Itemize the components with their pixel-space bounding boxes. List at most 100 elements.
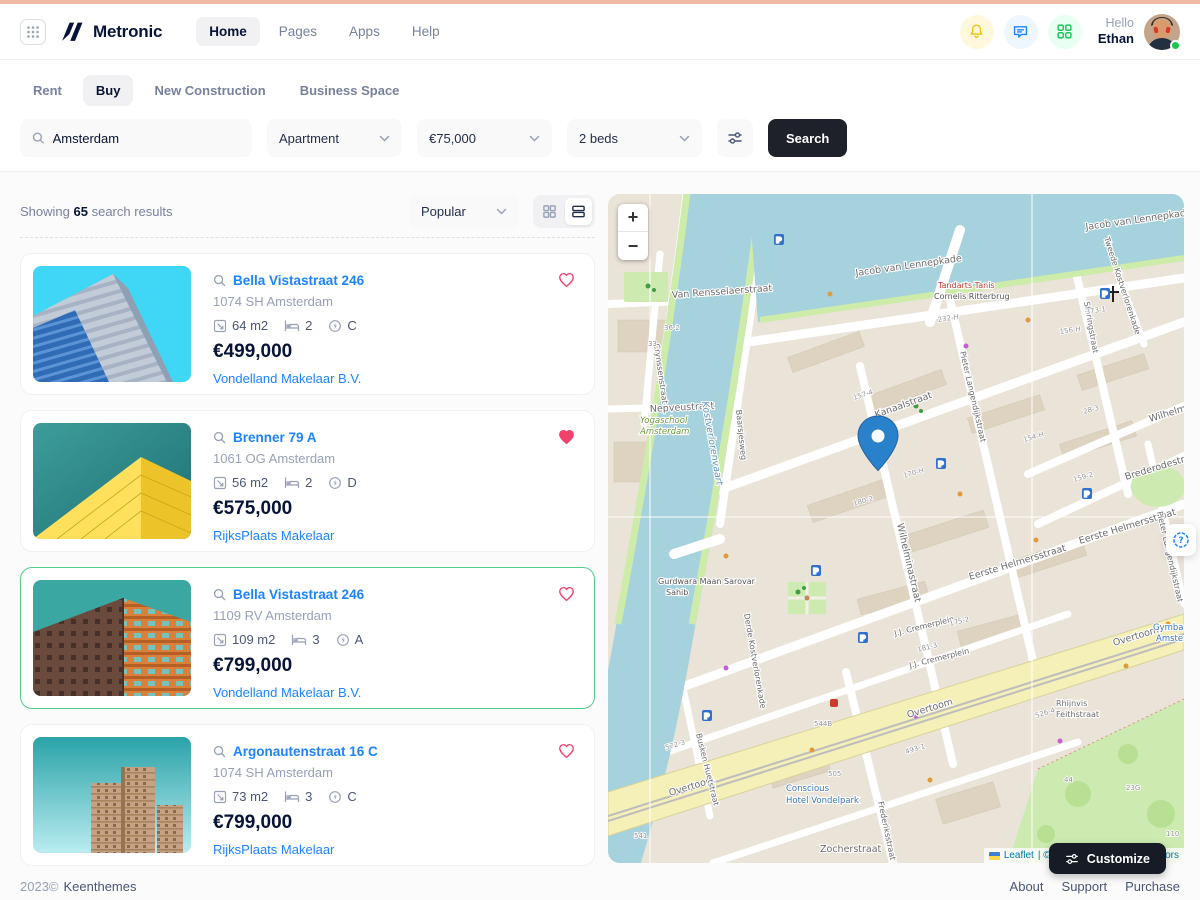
svg-text:P: P	[1102, 291, 1107, 299]
favorite-button[interactable]	[557, 741, 576, 764]
zoom-in-button[interactable]: +	[618, 204, 648, 232]
divider	[20, 237, 595, 238]
svg-text:P: P	[776, 237, 781, 245]
listing-agency[interactable]: RijksPlaats Makelaar	[213, 842, 378, 857]
price-select[interactable]: €75,000	[417, 119, 552, 157]
listing-card[interactable]: Bella Vistastraat 246 1109 RV Amsterdam …	[20, 567, 595, 709]
beds-select[interactable]: 2 beds	[567, 119, 702, 157]
svg-text:P: P	[938, 461, 943, 469]
nav-item-pages[interactable]: Pages	[266, 17, 330, 46]
list-view-button[interactable]	[565, 198, 592, 225]
dots-grid-icon	[26, 25, 40, 39]
listing-card[interactable]: Argonautenstraat 16 C 1074 SH Amsterdam …	[20, 724, 595, 866]
map-canvas[interactable]: P P P P P P P Van RensselaerstraatKanaal…	[608, 194, 1184, 863]
copyright-text: 2023©	[20, 879, 59, 894]
tab-buy[interactable]: Buy	[83, 75, 134, 106]
favorite-button[interactable]	[557, 584, 576, 607]
company-link[interactable]: Keenthemes	[64, 879, 137, 894]
list-view-icon	[571, 204, 586, 219]
bed-icon	[291, 633, 307, 646]
search-button[interactable]: Search	[768, 119, 847, 157]
chevron-down-icon	[679, 135, 690, 142]
svg-text:Rhijnvis: Rhijnvis	[1056, 699, 1087, 708]
listing-title[interactable]: Bella Vistastraat 246	[233, 587, 364, 602]
nav-item-help[interactable]: Help	[399, 17, 453, 46]
svg-text:23G: 23G	[1126, 784, 1140, 792]
help-button[interactable]: ?	[1166, 524, 1196, 556]
metronic-logo-icon	[60, 19, 85, 44]
sort-value: Popular	[421, 204, 466, 219]
zoom-out-button[interactable]: −	[618, 232, 648, 260]
grid-view-icon	[542, 204, 557, 219]
magnifier-icon	[213, 588, 226, 601]
nav-item-apps[interactable]: Apps	[336, 17, 393, 46]
listing-agency[interactable]: Vondelland Makelaar B.V.	[213, 685, 364, 700]
chat-button[interactable]	[1004, 15, 1038, 49]
leaflet-link[interactable]: Leaflet	[1004, 850, 1034, 861]
favorite-button[interactable]	[557, 427, 576, 450]
svg-text:Hotel Vondelpark: Hotel Vondelpark	[786, 796, 859, 806]
tab-rent[interactable]: Rent	[20, 75, 75, 106]
tab-business-space[interactable]: Business Space	[287, 75, 413, 106]
map-zoom-control: + −	[618, 204, 648, 260]
listing-card[interactable]: Brenner 79 A 1061 OG Amsterdam 56 m2 2 D…	[20, 410, 595, 552]
listing-title[interactable]: Argonautenstraat 16 C	[233, 744, 378, 759]
svg-text:Gymbase: Gymbase	[1153, 623, 1184, 633]
nav-item-home[interactable]: Home	[196, 17, 260, 46]
results-panel: Showing 65 search results Popular	[20, 194, 595, 866]
listing-price: €799,000	[213, 655, 364, 677]
property-type-select[interactable]: Apartment	[267, 119, 402, 157]
apps-quicklinks-button[interactable]	[1048, 15, 1082, 49]
svg-text:541: 541	[634, 832, 647, 840]
listing-agency[interactable]: RijksPlaats Makelaar	[213, 528, 357, 543]
chevron-down-icon	[379, 135, 390, 142]
heart-icon	[557, 584, 576, 602]
favorite-button[interactable]	[557, 270, 576, 293]
listing-title[interactable]: Bella Vistastraat 246	[233, 273, 364, 288]
greeting-username: Ethan	[1098, 31, 1134, 47]
apps-launcher-button[interactable]	[20, 19, 46, 45]
svg-text:Gurdwara Maan Sarovar: Gurdwara Maan Sarovar	[658, 577, 756, 586]
energy-spec: C	[328, 318, 356, 333]
svg-text:Yogaschool: Yogaschool	[640, 416, 688, 426]
energy-label-icon	[328, 476, 342, 490]
sliders-icon	[727, 130, 743, 146]
magnifier-icon	[213, 431, 226, 444]
footer-link-purchase[interactable]: Purchase	[1125, 879, 1180, 894]
view-toggle	[533, 195, 595, 228]
listing-address: 1061 OG Amsterdam	[213, 451, 357, 466]
avatar[interactable]	[1144, 14, 1180, 50]
area-spec: 56 m2	[213, 475, 268, 490]
listing-price: €575,000	[213, 498, 357, 520]
footer-link-support[interactable]: Support	[1062, 879, 1108, 894]
sort-select[interactable]: Popular	[409, 195, 519, 228]
listing-card[interactable]: Bella Vistastraat 246 1074 SH Amsterdam …	[20, 253, 595, 395]
customize-button[interactable]: Customize	[1049, 843, 1166, 874]
svg-text:P: P	[860, 635, 865, 643]
beds-spec: 3	[284, 789, 312, 804]
tab-new-construction[interactable]: New Construction	[141, 75, 278, 106]
listing-address: 1074 SH Amsterdam	[213, 765, 378, 780]
svg-text:Amsterdam: Amsterdam	[1156, 634, 1184, 644]
area-spec: 109 m2	[213, 632, 275, 647]
svg-text:P: P	[704, 713, 709, 721]
beds-spec: 3	[291, 632, 319, 647]
user-greeting: Hello Ethan	[1098, 16, 1134, 48]
grid-view-button[interactable]	[536, 198, 563, 225]
advanced-filters-button[interactable]	[717, 119, 753, 157]
header: Metronic Home Pages Apps Help Hello	[0, 4, 1200, 60]
brand-name: Metronic	[93, 22, 162, 42]
magnifier-icon	[213, 274, 226, 287]
squares-grid-icon	[1056, 23, 1073, 40]
notifications-button[interactable]	[960, 15, 994, 49]
listing-title[interactable]: Brenner 79 A	[233, 430, 317, 445]
map-viewport[interactable]: P P P P P P P Van RensselaerstraatKanaal…	[608, 194, 1184, 863]
footer-link-about[interactable]: About	[1010, 879, 1044, 894]
location-search-input[interactable]	[53, 131, 240, 146]
location-search-box[interactable]	[20, 119, 252, 157]
property-type-value: Apartment	[279, 131, 339, 146]
brand-logo[interactable]: Metronic	[60, 19, 162, 44]
main-nav: Home Pages Apps Help	[196, 17, 452, 46]
listing-agency[interactable]: Vondelland Makelaar B.V.	[213, 371, 364, 386]
online-status-dot	[1170, 40, 1181, 51]
